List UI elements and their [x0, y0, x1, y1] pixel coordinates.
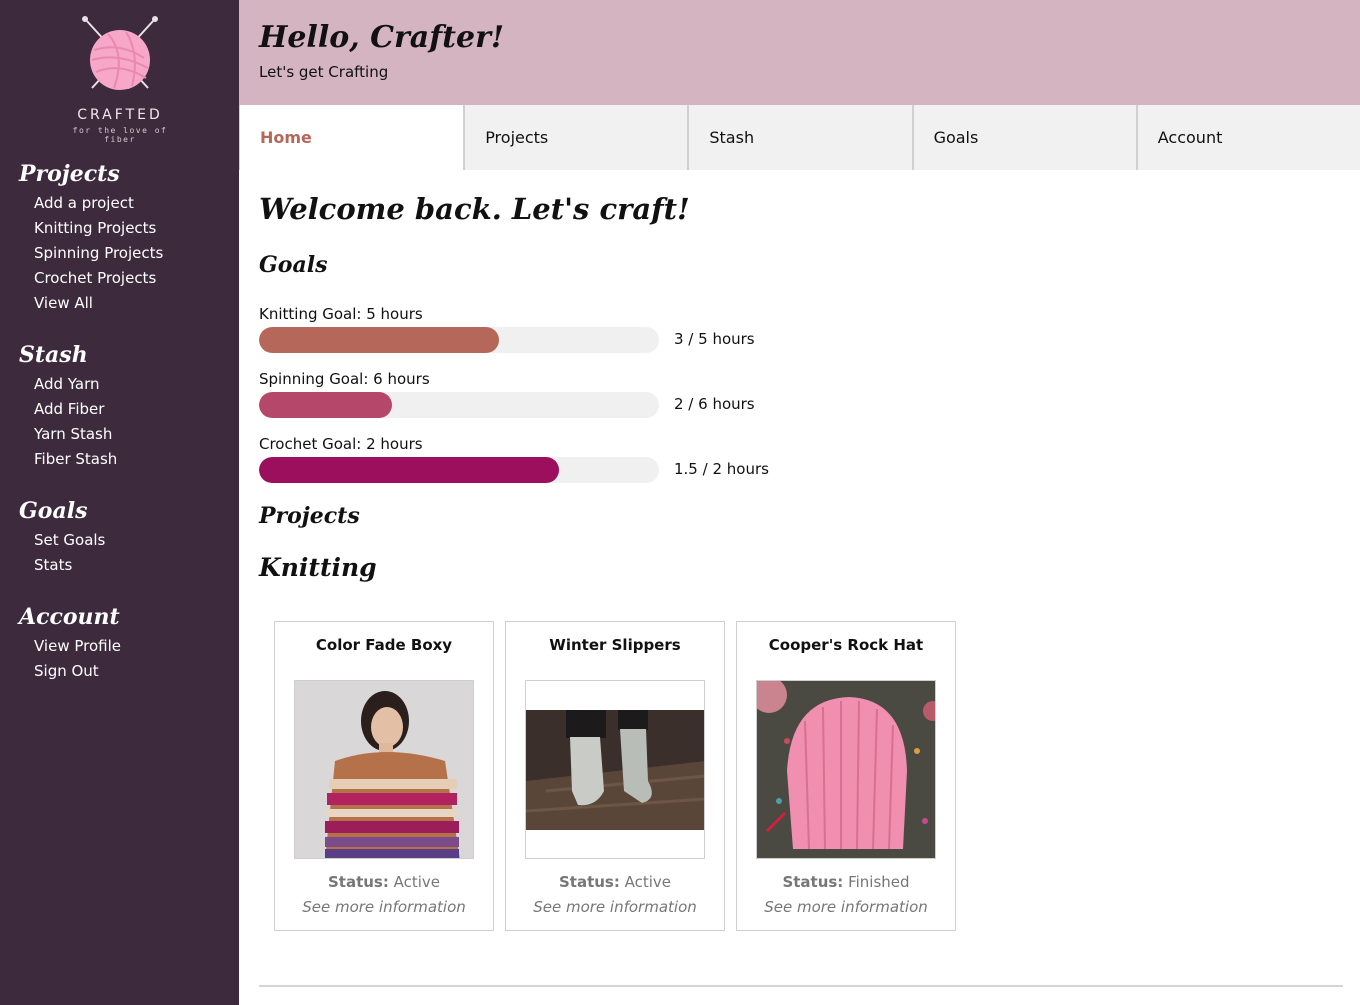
projects-heading: Projects: [259, 503, 360, 529]
sidebar-item-view-profile[interactable]: View Profile: [19, 634, 234, 659]
tab-stash[interactable]: Stash: [687, 105, 912, 170]
sidebar-item-add-yarn[interactable]: Add Yarn: [19, 372, 234, 397]
slippers-photo: [526, 681, 704, 858]
project-card[interactable]: Color Fade Boxy Status: Active See more …: [274, 621, 494, 931]
sidebar-section-goals: Goals Set Goals Stats: [19, 497, 234, 578]
sidebar-item-view-all[interactable]: View All: [19, 291, 234, 316]
project-status: Status: Active: [275, 873, 493, 891]
status-value: Finished: [848, 873, 910, 891]
knitting-heading: Knitting: [259, 553, 377, 582]
sidebar-item-add-project[interactable]: Add a project: [19, 191, 234, 216]
status-label: Status:: [782, 873, 844, 891]
see-more-link[interactable]: See more information: [275, 898, 493, 916]
sidebar-item-add-fiber[interactable]: Add Fiber: [19, 397, 234, 422]
sidebar-section-account: Account View Profile Sign Out: [19, 603, 234, 684]
status-label: Status:: [558, 873, 620, 891]
sidebar: CRAFTED for the love of fiber Projects A…: [0, 0, 239, 1005]
goal-progress-fill: [259, 392, 393, 418]
sidebar-heading-stash[interactable]: Stash: [19, 341, 234, 369]
sidebar-section-stash: Stash Add Yarn Add Fiber Yarn Stash Fibe…: [19, 341, 234, 472]
project-image-sweater[interactable]: [294, 680, 474, 859]
footer-divider: [259, 985, 1343, 987]
tab-bar: Home Projects Stash Goals Account: [239, 105, 1360, 170]
status-value: Active: [624, 873, 672, 891]
goal-progress-bar: [259, 392, 659, 418]
tab-account[interactable]: Account: [1135, 105, 1360, 170]
see-more-link[interactable]: See more information: [506, 898, 724, 916]
goal-label: Spinning Goal: 6 hours: [259, 370, 430, 388]
sidebar-item-set-goals[interactable]: Set Goals: [19, 528, 234, 553]
tab-home[interactable]: Home: [239, 105, 464, 170]
goal-progress-text: 3 / 5 hours: [674, 330, 755, 348]
goal-progress-fill: [259, 457, 559, 483]
sidebar-section-projects: Projects Add a project Knitting Projects…: [19, 160, 234, 316]
welcome-heading: Welcome back. Let's craft!: [259, 192, 690, 226]
goal-spinning: Spinning Goal: 6 hours 2 / 6 hours: [259, 370, 779, 430]
project-title[interactable]: Color Fade Boxy: [275, 636, 493, 654]
project-card[interactable]: Winter Slippers Status: Active See more …: [505, 621, 725, 931]
project-image-slippers[interactable]: [525, 680, 705, 859]
brand-name: CRAFTED: [77, 107, 163, 123]
sidebar-item-knitting-projects[interactable]: Knitting Projects: [19, 216, 234, 241]
status-label: Status:: [327, 873, 389, 891]
goal-progress-fill: [259, 327, 499, 353]
page-header: Hello, Crafter! Let's get Crafting: [239, 0, 1360, 105]
sidebar-heading-projects[interactable]: Projects: [19, 160, 234, 188]
sweater-photo: [295, 681, 473, 858]
goal-progress-bar: [259, 327, 659, 353]
yarn-ball-needles-icon: [82, 16, 158, 90]
project-card[interactable]: Cooper's Rock Hat Status: Finished See m…: [736, 621, 956, 931]
sidebar-heading-account[interactable]: Account: [19, 603, 234, 631]
brand-logo[interactable]: CRAFTED for the love of fiber: [55, 14, 185, 144]
sidebar-heading-goals[interactable]: Goals: [19, 497, 234, 525]
project-cards: Color Fade Boxy Status: Active See more …: [274, 621, 956, 931]
goal-label: Knitting Goal: 5 hours: [259, 305, 423, 323]
page-title: Hello, Crafter!: [259, 20, 505, 55]
brand-tagline: for the love of fiber: [72, 126, 168, 144]
goal-knitting: Knitting Goal: 5 hours 3 / 5 hours: [259, 305, 779, 365]
sidebar-item-sign-out[interactable]: Sign Out: [19, 659, 234, 684]
sidebar-item-yarn-stash[interactable]: Yarn Stash: [19, 422, 234, 447]
page-subtitle: Let's get Crafting: [259, 63, 389, 81]
tab-goals[interactable]: Goals: [911, 105, 1136, 170]
project-status: Status: Finished: [737, 873, 955, 891]
project-status: Status: Active: [506, 873, 724, 891]
sidebar-item-spinning-projects[interactable]: Spinning Projects: [19, 241, 234, 266]
status-value: Active: [393, 873, 441, 891]
sidebar-item-fiber-stash[interactable]: Fiber Stash: [19, 447, 234, 472]
tab-projects[interactable]: Projects: [463, 105, 688, 170]
see-more-link[interactable]: See more information: [737, 898, 955, 916]
project-image-hat[interactable]: [756, 680, 936, 859]
sidebar-item-stats[interactable]: Stats: [19, 553, 234, 578]
goal-progress-bar: [259, 457, 659, 483]
goals-heading: Goals: [259, 252, 328, 278]
goal-progress-text: 1.5 / 2 hours: [674, 460, 769, 478]
goal-label: Crochet Goal: 2 hours: [259, 435, 423, 453]
sidebar-item-crochet-projects[interactable]: Crochet Projects: [19, 266, 234, 291]
goal-progress-text: 2 / 6 hours: [674, 395, 755, 413]
hat-photo: [757, 681, 935, 858]
goal-crochet: Crochet Goal: 2 hours 1.5 / 2 hours: [259, 435, 779, 495]
project-title[interactable]: Cooper's Rock Hat: [737, 636, 955, 654]
project-title[interactable]: Winter Slippers: [506, 636, 724, 654]
